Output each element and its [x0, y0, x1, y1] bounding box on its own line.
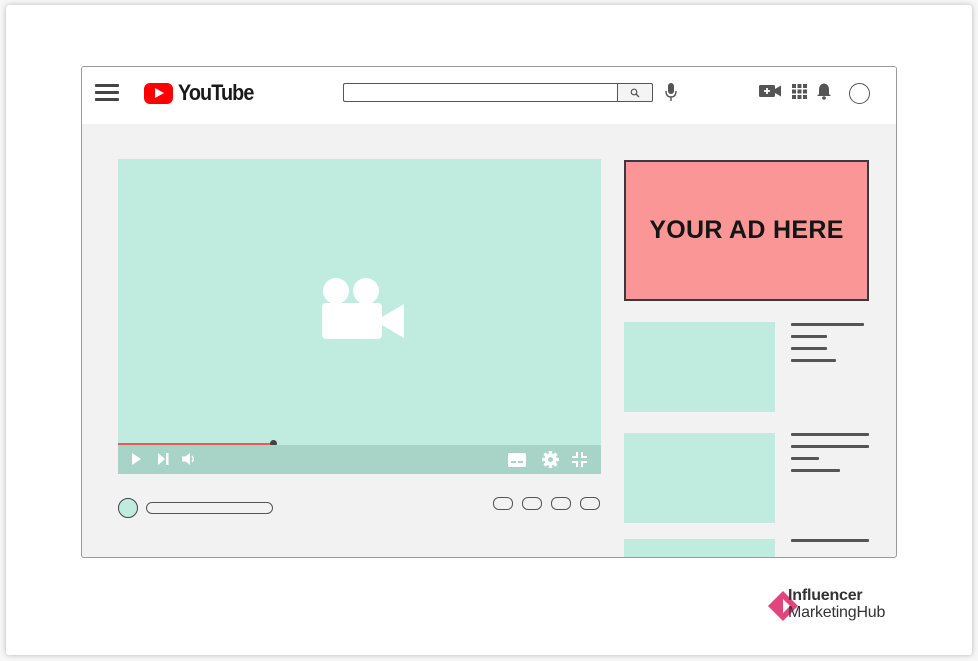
- exit-fullscreen-icon[interactable]: [572, 452, 587, 467]
- youtube-play-logo-icon: [144, 82, 173, 104]
- account-avatar[interactable]: [849, 83, 870, 104]
- action-pill-2[interactable]: [522, 497, 542, 510]
- ad-text: YOUR AD HERE: [649, 216, 844, 244]
- channel-avatar[interactable]: [118, 498, 138, 518]
- recommended-title-line: [791, 445, 869, 448]
- movie-camera-icon: [322, 278, 404, 339]
- recommended-meta-line: [791, 335, 827, 338]
- bell-icon[interactable]: [816, 82, 832, 100]
- recommended-title-line: [791, 539, 869, 542]
- next-icon[interactable]: [157, 452, 170, 466]
- top-bar: YouTube: [82, 67, 896, 124]
- volume-icon[interactable]: [181, 452, 197, 466]
- recommended-title-line: [791, 433, 869, 436]
- hamburger-menu-icon[interactable]: [95, 83, 119, 103]
- search-bar: [343, 83, 653, 102]
- brand-line-1: Influencer: [788, 587, 863, 604]
- recommended-title-line: [791, 323, 864, 326]
- youtube-window: YouTube YOUR AD HERE: [81, 66, 897, 558]
- subtitles-icon[interactable]: [508, 453, 526, 467]
- search-button[interactable]: [617, 83, 653, 102]
- search-icon: [630, 88, 640, 97]
- video-title-placeholder: [146, 502, 273, 514]
- recommended-meta-line: [791, 469, 840, 472]
- recommended-thumbnail[interactable]: [624, 322, 775, 412]
- video-player[interactable]: [118, 159, 601, 474]
- play-icon[interactable]: [131, 452, 142, 466]
- recommended-thumbnail[interactable]: [624, 539, 775, 557]
- recommended-meta-line: [791, 359, 836, 362]
- apps-grid-icon[interactable]: [792, 84, 807, 99]
- recommended-meta-line: [791, 347, 827, 350]
- youtube-logo[interactable]: YouTube: [144, 80, 262, 105]
- microphone-icon[interactable]: [664, 82, 678, 102]
- action-pill-3[interactable]: [551, 497, 571, 510]
- player-controls: [118, 445, 601, 474]
- recommended-thumbnail[interactable]: [624, 433, 775, 523]
- ad-banner[interactable]: YOUR AD HERE: [624, 160, 869, 301]
- settings-gear-icon[interactable]: [542, 451, 559, 468]
- action-pill-4[interactable]: [580, 497, 600, 510]
- search-input[interactable]: [343, 83, 618, 102]
- brand-line-2: MarketingHub: [788, 604, 886, 621]
- influencer-marketing-hub-logo: Influencer MarketingHub: [768, 587, 928, 625]
- youtube-logo-text: YouTube: [178, 80, 254, 105]
- create-video-icon[interactable]: [758, 82, 782, 100]
- action-pill-1[interactable]: [493, 497, 513, 510]
- recommended-meta-line: [791, 457, 819, 460]
